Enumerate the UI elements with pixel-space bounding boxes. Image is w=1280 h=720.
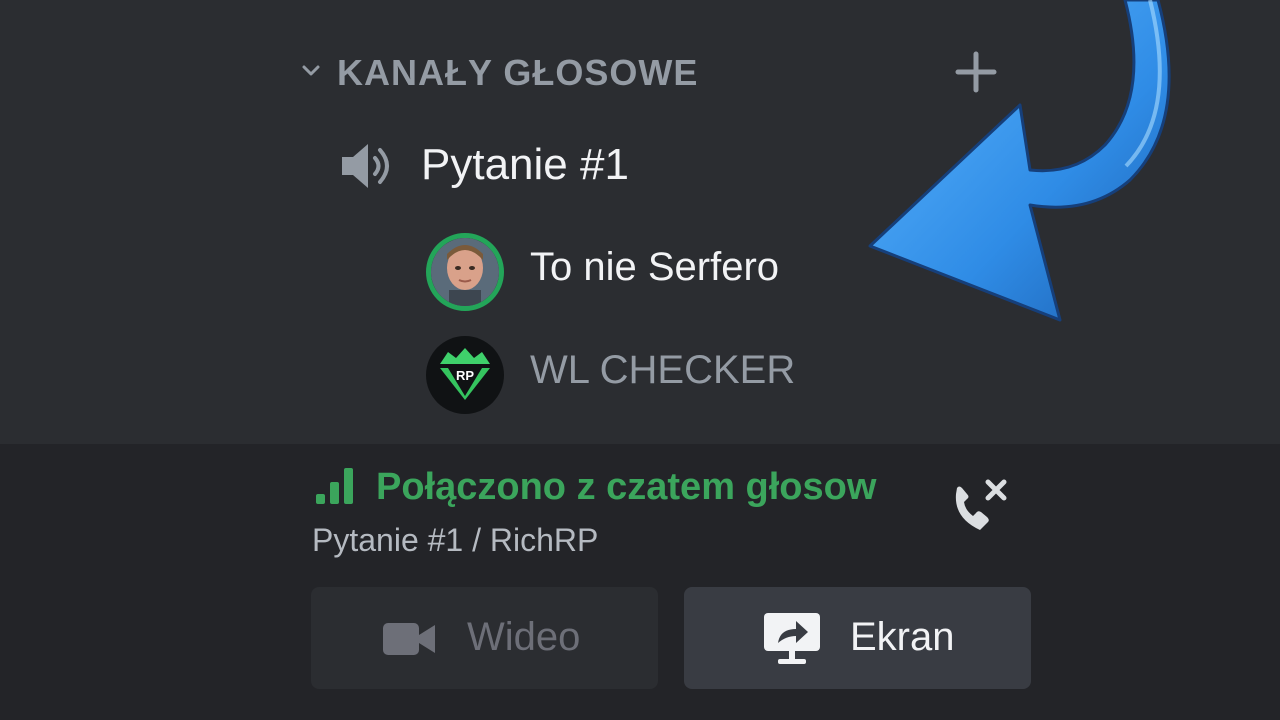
screen-share-button-label: Ekran	[850, 615, 955, 659]
camera-icon	[383, 623, 435, 655]
screen-share-button[interactable]: Ekran	[684, 587, 1031, 689]
video-button-label: Wideo	[467, 615, 581, 659]
signal-bars-icon[interactable]	[314, 464, 358, 506]
curved-arrow-icon	[868, 0, 1171, 322]
screen-share-icon	[764, 613, 820, 664]
diamond-logo-icon: RP	[426, 336, 504, 414]
voice-status-subtitle[interactable]: Pytanie #1 / RichRP	[312, 522, 598, 559]
category-title[interactable]: KANAŁY GŁOSOWE	[337, 52, 698, 94]
voice-channel-name[interactable]: Pytanie #1	[421, 140, 629, 190]
voice-user-name: WL CHECKER	[530, 348, 796, 392]
speaker-icon	[342, 144, 389, 188]
photo-avatar	[426, 233, 504, 311]
voice-status-title[interactable]: Połączono z czatem głosow	[376, 466, 876, 509]
phone-disconnect-icon[interactable]	[950, 478, 1012, 538]
logo-avatar: RP	[426, 336, 504, 414]
chevron-down-icon[interactable]	[300, 60, 322, 82]
user-photo	[431, 238, 499, 306]
voice-user-name: To nie Serfero	[530, 245, 780, 289]
logo-text: RP	[456, 368, 474, 383]
video-button[interactable]: Wideo	[311, 587, 658, 689]
voice-user-row[interactable]: To nie Serfero	[426, 233, 806, 313]
voice-user-row[interactable]: RP WL CHECKER	[426, 336, 806, 416]
